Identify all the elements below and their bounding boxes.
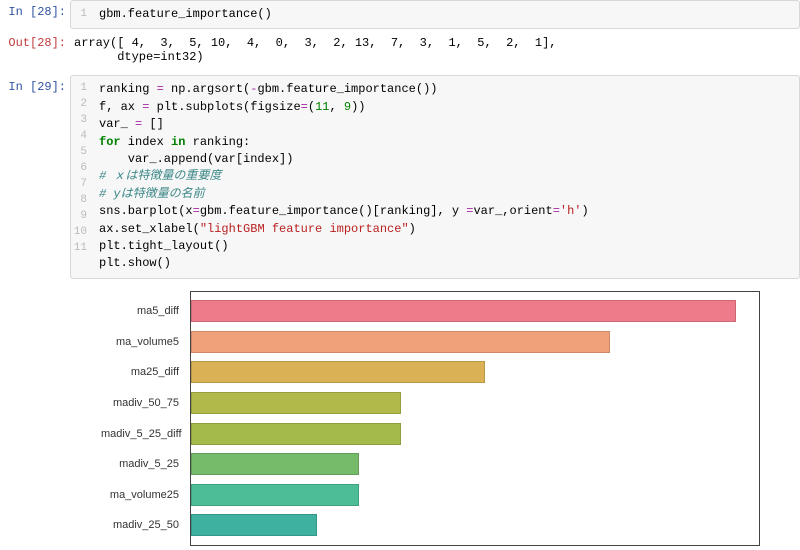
line-gutter: 1 xyxy=(71,3,93,26)
bar xyxy=(191,392,401,414)
bar xyxy=(191,423,401,445)
bar-row: madiv_5_25_diff xyxy=(191,420,759,448)
bar xyxy=(191,514,317,536)
bar-category-label: madiv_5_25 xyxy=(101,458,185,470)
line-gutter: 1 2 3 4 5 6 7 8 9 10 11 xyxy=(71,78,93,275)
bar xyxy=(191,484,359,506)
code-text-29: ranking = np.argsort(-gbm.feature_import… xyxy=(93,78,799,275)
bar-category-label: madiv_50_75 xyxy=(101,397,185,409)
cell-in-28: In [28]: 1 gbm.feature_importance() xyxy=(0,0,800,29)
bar-category-label: ma5_diff xyxy=(101,305,185,317)
bar-category-label: ma_volume5 xyxy=(101,336,185,348)
prompt-in-28: In [28]: xyxy=(0,0,70,19)
bar-row: ma25_diff xyxy=(191,358,759,386)
code-input-28[interactable]: 1 gbm.feature_importance() xyxy=(70,0,800,29)
prompt-in-29: In [29]: xyxy=(0,75,70,94)
bar-row: madiv_50_75 xyxy=(191,389,759,417)
bar-category-label: ma_volume25 xyxy=(101,489,185,501)
chart-output: ma5_diffma_volume5ma25_diffmadiv_50_75ma… xyxy=(100,285,770,550)
code-input-29[interactable]: 1 2 3 4 5 6 7 8 9 10 11 ranking = np.arg… xyxy=(70,75,800,278)
bar xyxy=(191,361,485,383)
bar xyxy=(191,453,359,475)
bar-row: ma_volume25 xyxy=(191,481,759,509)
code-text: gbm.feature_importance() xyxy=(93,3,799,26)
bar-category-label: ma25_diff xyxy=(101,366,185,378)
cell-out-28: Out[28]: array([ 4, 3, 5, 10, 4, 0, 3, 2… xyxy=(0,31,800,69)
bar-row: ma5_diff xyxy=(191,297,759,325)
cell-in-29: In [29]: 1 2 3 4 5 6 7 8 9 10 11 ranking… xyxy=(0,75,800,278)
bar-row: madiv_25_50 xyxy=(191,511,759,539)
bar-category-label: madiv_25_50 xyxy=(101,519,185,531)
bar xyxy=(191,331,610,353)
bar xyxy=(191,300,736,322)
bar-category-label: madiv_5_25_diff xyxy=(101,428,185,440)
output-28: array([ 4, 3, 5, 10, 4, 0, 3, 2, 13, 7, … xyxy=(70,31,800,69)
bar-row: ma_volume5 xyxy=(191,328,759,356)
bar-chart: ma5_diff ma_volume5ma25_diff madiv_50_75ma… xyxy=(190,291,760,546)
bar-row: madiv_5_25 xyxy=(191,450,759,478)
prompt-out-28: Out[28]: xyxy=(0,31,70,50)
